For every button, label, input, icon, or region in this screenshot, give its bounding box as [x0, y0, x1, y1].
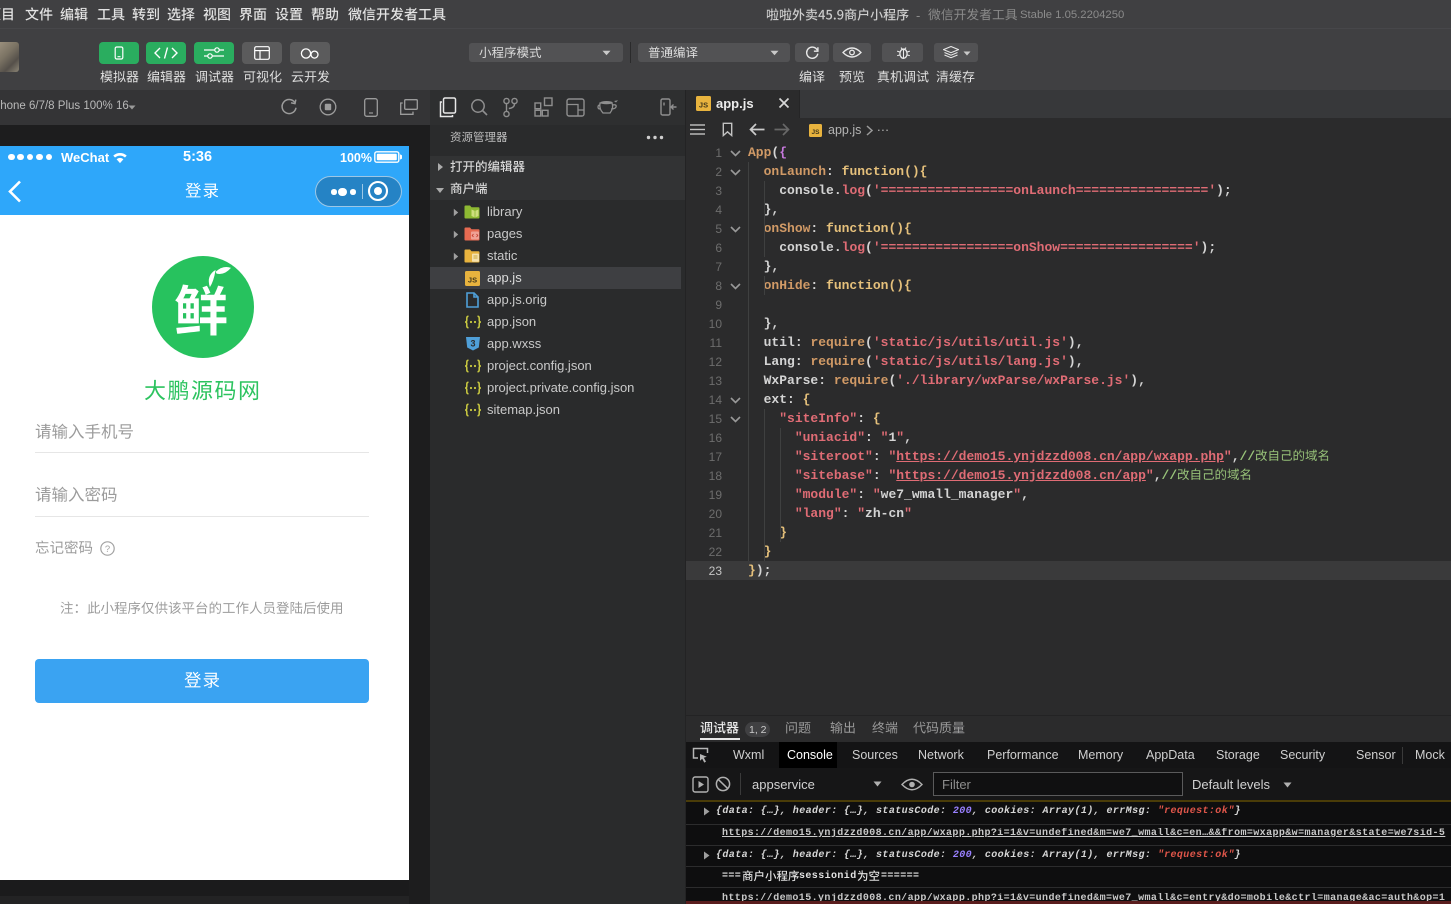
- svg-text:3: 3: [470, 339, 475, 349]
- svg-text:?: ?: [105, 544, 110, 555]
- svg-text:JS: JS: [812, 129, 821, 136]
- svg-text:JS: JS: [468, 276, 477, 285]
- svg-text:JS: JS: [699, 101, 708, 110]
